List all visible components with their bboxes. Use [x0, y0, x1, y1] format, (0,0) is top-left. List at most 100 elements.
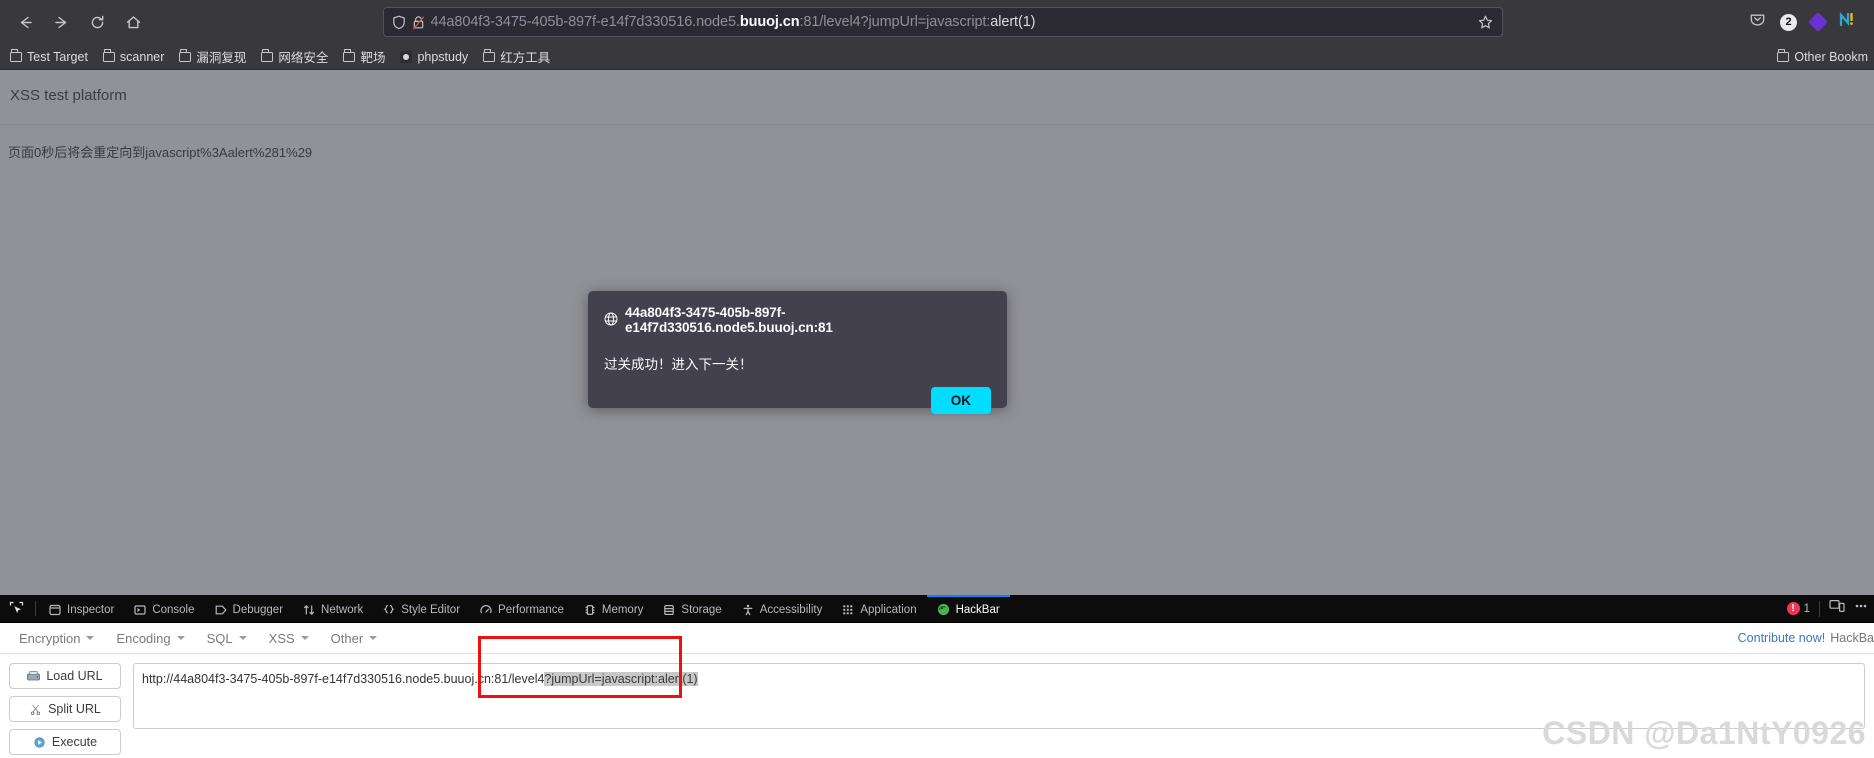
bookmark-item[interactable]: 网络安全	[261, 47, 328, 66]
bookmarks-bar: Test Target scanner 漏洞复现 网络安全 靶场 phpstud…	[0, 44, 1874, 70]
extension-diamond-icon[interactable]	[1808, 12, 1828, 32]
tab-console[interactable]: Console	[124, 595, 204, 622]
menu-encryption[interactable]: Encryption	[8, 627, 105, 650]
responsive-design-mode-icon[interactable]	[1829, 599, 1845, 618]
url-suffix: :81/level4?jumpUrl=javascript:	[799, 14, 991, 30]
menu-label: Encoding	[116, 630, 171, 646]
chevron-down-icon	[369, 636, 378, 640]
back-button[interactable]	[8, 7, 42, 37]
dialog-message: 过关成功！进入下一关！	[604, 357, 753, 372]
reload-button[interactable]	[80, 7, 114, 37]
page-title: XSS test platform	[10, 87, 127, 104]
extension-n-icon[interactable]	[1839, 11, 1856, 32]
folder-icon	[1777, 49, 1790, 62]
devtools-menu-icon[interactable]	[1854, 599, 1868, 618]
tab-label: HackBar	[955, 603, 1000, 616]
extension-count-badge[interactable]: 2	[1780, 13, 1797, 31]
tab-label: Application	[860, 603, 917, 616]
bookmark-star-icon[interactable]	[1477, 14, 1496, 31]
menu-label: Other	[330, 630, 364, 646]
toolbar-separator	[35, 601, 36, 616]
tab-style-editor[interactable]: Style Editor	[373, 595, 470, 622]
menu-xss[interactable]: XSS	[258, 627, 320, 650]
application-icon	[842, 604, 854, 616]
other-bookmarks-label: Other Bookm	[1794, 49, 1868, 64]
chevron-down-icon	[86, 636, 95, 640]
style-editor-icon	[383, 604, 395, 616]
error-count-badge[interactable]: ! 1	[1786, 602, 1810, 615]
menu-label: SQL	[206, 630, 233, 646]
url-selected-part: ?jumpUrl=javascript:alert(1)	[544, 672, 698, 686]
devtools-toolbar-right: ! 1	[1786, 595, 1874, 622]
bookmark-label: 红方工具	[500, 51, 551, 65]
contribute-link[interactable]: Contribute now!	[1738, 631, 1826, 645]
menu-encoding[interactable]: Encoding	[105, 627, 195, 650]
hackbar-contribute: Contribute now! HackBa	[1738, 631, 1874, 645]
tab-label: Memory	[601, 603, 644, 616]
bookmark-item[interactable]: phpstudy	[400, 50, 468, 64]
forward-button[interactable]	[44, 7, 78, 37]
navigation-toolbar: 44a804f3-3475-405b-897f-e14f7d330516.nod…	[0, 0, 1874, 44]
chevron-down-icon	[176, 636, 185, 640]
hackbar-panel: Encryption Encoding SQL XSS Other Contri…	[0, 623, 1874, 758]
bookmark-item[interactable]: 红方工具	[483, 47, 550, 66]
menu-sql[interactable]: SQL	[196, 627, 258, 650]
toolbar-extensions: 2	[1735, 11, 1866, 33]
chevron-down-icon	[238, 636, 247, 640]
pocket-icon[interactable]	[1749, 11, 1766, 33]
ok-button[interactable]: OK	[930, 387, 991, 414]
devtools-panel: Inspector Console Debugger Network Style…	[0, 595, 1874, 758]
home-button[interactable]	[116, 7, 150, 37]
performance-icon	[480, 604, 492, 616]
tab-debugger[interactable]: Debugger	[205, 595, 294, 622]
bookmark-item[interactable]: 靶场	[343, 47, 385, 66]
tab-application[interactable]: Application	[832, 595, 926, 622]
bookmark-item[interactable]: Test Target	[10, 49, 88, 64]
split-url-button[interactable]: Split URL	[9, 696, 121, 722]
tab-hackbar[interactable]: HackBar	[926, 595, 1010, 622]
error-icon: !	[1786, 602, 1800, 615]
execute-button[interactable]: Execute	[9, 729, 121, 755]
inspector-icon	[49, 604, 61, 616]
debugger-icon	[215, 604, 227, 616]
dialog-header: 44a804f3-3475-405b-897f-e14f7d330516.nod…	[604, 305, 991, 335]
storage-icon	[663, 604, 675, 616]
address-bar[interactable]: 44a804f3-3475-405b-897f-e14f7d330516.nod…	[382, 7, 1503, 37]
tab-label: Debugger	[232, 603, 284, 616]
folder-icon	[261, 49, 274, 62]
tab-performance[interactable]: Performance	[470, 595, 574, 622]
bookmark-label: 网络安全	[278, 51, 329, 65]
dialog-origin: 44a804f3-3475-405b-897f-e14f7d330516.nod…	[625, 305, 833, 335]
tab-inspector[interactable]: Inspector	[39, 595, 124, 622]
accessibility-icon	[742, 604, 754, 616]
other-bookmarks-button[interactable]: Other Bookm	[1777, 49, 1868, 64]
tab-memory[interactable]: Memory	[574, 595, 654, 622]
tab-network[interactable]: Network	[293, 595, 373, 622]
hackbar-icon	[937, 603, 950, 616]
folder-icon	[343, 49, 356, 62]
tab-label: Style Editor	[401, 603, 461, 616]
lock-crossed-icon[interactable]	[412, 15, 425, 30]
element-picker-icon[interactable]	[0, 595, 32, 622]
menu-other[interactable]: Other	[320, 627, 389, 650]
browser-window: 44a804f3-3475-405b-897f-e14f7d330516.nod…	[0, 0, 1874, 758]
network-icon	[303, 604, 315, 616]
hackbar-actions: Load URL Split URL Execute	[9, 663, 121, 755]
load-url-button[interactable]: Load URL	[9, 663, 121, 689]
menu-label: Encryption	[19, 630, 81, 646]
tab-label: Storage	[681, 603, 722, 616]
button-label: Split URL	[48, 702, 101, 716]
tab-label: Performance	[498, 603, 564, 616]
devtools-tabbar: Inspector Console Debugger Network Style…	[0, 595, 1874, 623]
url-text[interactable]: 44a804f3-3475-405b-897f-e14f7d330516.nod…	[431, 14, 1471, 30]
browser-chrome: 44a804f3-3475-405b-897f-e14f7d330516.nod…	[0, 0, 1874, 70]
execute-icon	[34, 736, 45, 748]
bookmark-item[interactable]: scanner	[102, 49, 164, 64]
globe-icon	[604, 312, 618, 329]
bookmark-item[interactable]: 漏洞复现	[179, 47, 246, 66]
bookmark-label: Test Target	[27, 49, 88, 64]
tab-storage[interactable]: Storage	[653, 595, 731, 622]
url-tail: alert(1)	[990, 14, 1036, 30]
tab-accessibility[interactable]: Accessibility	[732, 595, 833, 622]
hackbar-menubar: Encryption Encoding SQL XSS Other Contri…	[0, 623, 1874, 654]
